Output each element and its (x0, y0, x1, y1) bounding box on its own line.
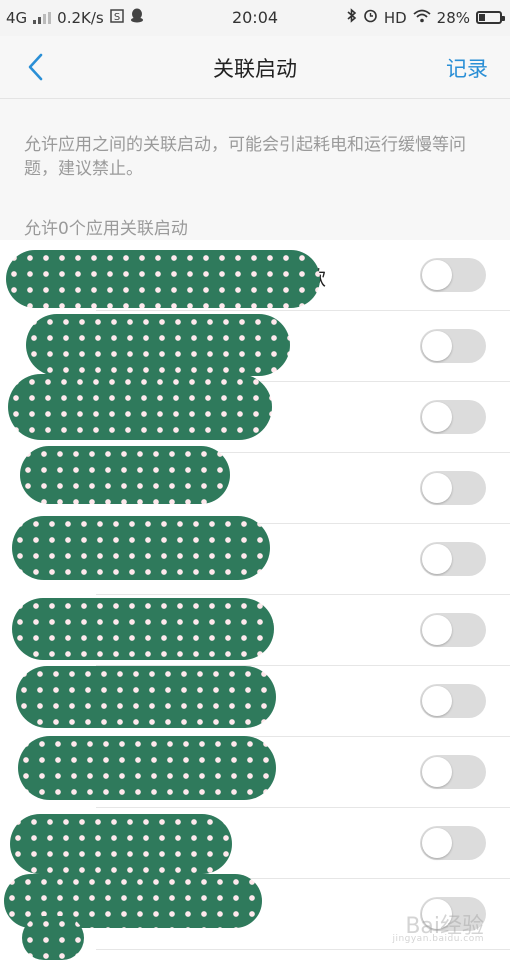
redaction-overlay (12, 598, 274, 660)
record-button[interactable]: 记录 (446, 53, 488, 83)
battery-percent: 28% (436, 8, 470, 27)
toggle-switch[interactable] (420, 471, 486, 505)
bluetooth-icon (346, 8, 357, 27)
description-area: 允许应用之间的关联启动，可能会引起耗电和运行缓慢等问题，建议禁止。 允许0个应用… (0, 99, 510, 240)
toggle-knob (422, 402, 452, 432)
watermark-subtext: jingyan.baidu.com (392, 934, 484, 944)
toggle-switch[interactable] (420, 613, 486, 647)
toggle-switch[interactable] (420, 755, 486, 789)
toggle-switch[interactable] (420, 258, 486, 292)
section-label: 允许0个应用关联启动 (24, 219, 188, 239)
toggle-switch[interactable] (420, 542, 486, 576)
redaction-overlay (8, 374, 272, 440)
toggle-knob (422, 544, 452, 574)
toggle-switch[interactable] (420, 826, 486, 860)
toggle-switch[interactable] (420, 329, 486, 363)
redaction-overlay (10, 814, 232, 874)
toggle-knob (422, 757, 452, 787)
toggle-switch[interactable] (420, 400, 486, 434)
title-bar: 关联启动 记录 (0, 36, 510, 99)
redaction-overlay (20, 446, 230, 504)
watermark: Bai经验 jingyan.baidu.com (392, 908, 484, 944)
hd-label: HD (383, 8, 407, 27)
redaction-overlay (6, 250, 320, 308)
toggle-knob (422, 260, 452, 290)
alarm-icon (363, 8, 378, 27)
toggle-knob (422, 473, 452, 503)
redaction-overlay (22, 916, 84, 960)
redaction-overlay (26, 314, 290, 376)
redaction-overlay (18, 736, 276, 800)
toggle-knob (422, 615, 452, 645)
wifi-icon (413, 9, 431, 27)
battery-icon (476, 11, 505, 24)
redaction-overlay (12, 516, 270, 580)
toggle-switch[interactable] (420, 684, 486, 718)
toggle-knob (422, 331, 452, 361)
toggle-knob (422, 828, 452, 858)
toggle-knob (422, 686, 452, 716)
redaction-overlay (16, 666, 276, 728)
status-bar: 4G 0.2K/s S 20:04 HD 28% (0, 0, 510, 36)
description-text: 允许应用之间的关联启动，可能会引起耗电和运行缓慢等问题，建议禁止。 (24, 135, 466, 179)
page-title: 关联启动 (213, 57, 297, 81)
